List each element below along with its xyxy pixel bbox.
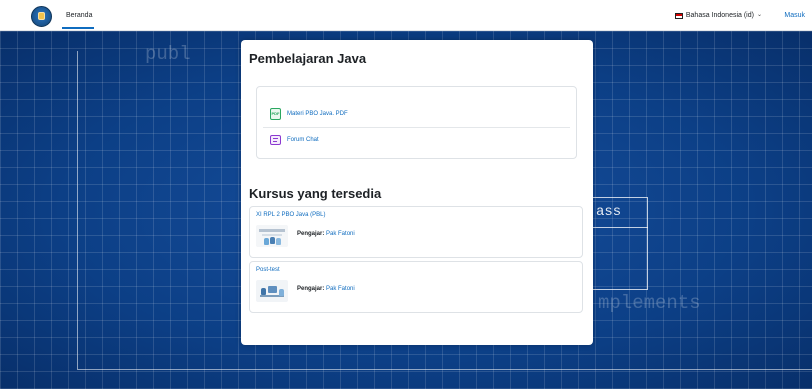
person-illustration — [279, 289, 284, 296]
language-menu[interactable]: Bahasa Indonesia (id) ⌄ — [674, 0, 762, 31]
thumbnail-line — [262, 234, 282, 236]
background-code-implements: mplements — [598, 292, 701, 314]
active-nav-indicator — [62, 27, 94, 29]
course-thumbnail[interactable] — [256, 225, 288, 247]
teacher-label: Pengajar: — [297, 286, 325, 292]
forum-icon — [270, 135, 281, 145]
course-card: Post-test Pengajar: Pak Fatoni — [249, 261, 583, 313]
flag-icon — [674, 12, 683, 19]
activity-label: Forum Chat — [287, 137, 319, 143]
course-link[interactable]: Post-test — [256, 267, 280, 273]
course-card: XI RPL 2 PBO Java (PBL) Pengajar: Pak Fa… — [249, 206, 583, 258]
activity-divider — [263, 127, 570, 128]
pdf-icon: PDF — [270, 108, 281, 120]
activity-label: Materi PBO Java. PDF — [287, 111, 348, 117]
teacher-link[interactable]: Pak Fatoni — [326, 286, 355, 292]
course-teacher: Pengajar: Pak Fatoni — [297, 231, 355, 237]
person-illustration — [276, 238, 281, 245]
courses-heading: Kursus yang tersedia — [249, 186, 382, 201]
person-illustration — [264, 238, 269, 245]
course-thumbnail[interactable] — [256, 280, 288, 302]
login-link[interactable]: Masuk — [784, 0, 805, 31]
person-illustration — [270, 237, 275, 244]
activity-materi-pdf[interactable]: PDF Materi PBO Java. PDF — [270, 108, 348, 120]
background-code-class: ass — [596, 204, 622, 220]
screen-illustration — [268, 286, 277, 293]
language-label: Bahasa Indonesia (id) — [685, 12, 754, 19]
background-box-divider — [592, 227, 648, 228]
person-illustration — [261, 288, 266, 295]
background-code-public: publ — [145, 43, 191, 65]
thumbnail-banner — [259, 229, 285, 232]
course-link[interactable]: XI RPL 2 PBO Java (PBL) — [256, 212, 325, 218]
page-title: Pembelajaran Java — [249, 51, 367, 66]
course-teacher: Pengajar: Pak Fatoni — [297, 286, 355, 292]
site-logo[interactable] — [31, 6, 52, 27]
chevron-down-icon: ⌄ — [756, 12, 762, 18]
top-navbar: Beranda Bahasa Indonesia (id) ⌄ Masuk — [0, 0, 812, 31]
activity-forum-chat[interactable]: Forum Chat — [270, 135, 319, 145]
activity-list — [256, 86, 577, 159]
teacher-link[interactable]: Pak Fatoni — [326, 231, 355, 237]
teacher-label: Pengajar: — [297, 231, 325, 237]
